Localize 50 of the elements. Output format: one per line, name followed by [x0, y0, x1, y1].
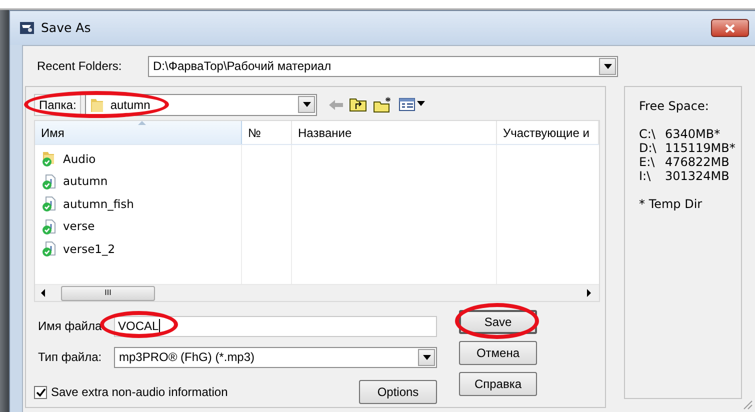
free-space-title: Free Space: — [639, 99, 710, 113]
folder-dropdown[interactable]: autumn — [85, 94, 318, 116]
file-name-label: Имя файла — [37, 318, 103, 335]
free-space-value: 301324MB — [665, 169, 730, 183]
drive-label: E:\ — [639, 155, 656, 169]
file-name[interactable]: verse — [63, 218, 95, 236]
free-space-value: 115119MB* — [665, 141, 736, 155]
free-space-value: 476822MB — [665, 155, 730, 169]
folder-icon — [90, 96, 104, 112]
horizontal-scrollbar[interactable]: III — [35, 284, 599, 301]
file-icon — [42, 241, 57, 258]
resize-grip-icon[interactable] — [741, 398, 753, 410]
file-icon — [42, 218, 57, 235]
recent-folders-dropdown[interactable]: D:\ФарваТор\Рабочий материал — [148, 56, 618, 76]
options-button[interactable]: Options — [359, 380, 437, 404]
file-icon — [42, 174, 57, 190]
checkbox-label: Save extra non-audio information — [51, 384, 228, 401]
column-header[interactable]: № — [248, 124, 261, 142]
free-space-value: 6340MB* — [665, 127, 720, 141]
file-name-field[interactable]: VOCAL — [114, 316, 437, 336]
drive-label: I:\ — [639, 169, 652, 183]
file-type-label: Тип файла: — [37, 349, 103, 366]
column-header[interactable]: Название — [298, 124, 352, 142]
cancel-button[interactable]: Отмена — [459, 341, 537, 365]
up-folder-icon[interactable] — [349, 97, 368, 112]
column-header[interactable]: Участвующие и — [503, 124, 590, 142]
checkbox[interactable] — [34, 386, 47, 398]
file-name[interactable]: autumn_fish — [63, 196, 134, 213]
close-button[interactable] — [711, 19, 749, 37]
drive-label: C:\ — [639, 127, 656, 141]
file-icon — [42, 196, 57, 212]
dropdown-arrow-icon — [302, 102, 311, 107]
scrollbar-thumb[interactable]: III — [61, 286, 155, 300]
app-icon — [19, 21, 35, 35]
dropdown-arrow-icon — [422, 354, 430, 360]
dropdown-arrow-icon — [604, 64, 612, 68]
file-name[interactable]: Audio — [63, 150, 96, 168]
column-header[interactable]: Имя — [41, 124, 64, 142]
file-type-dropdown[interactable]: mp3PRO® (FhG) (*.mp3) — [114, 346, 437, 368]
window-title: Save As — [41, 18, 91, 37]
drive-label: D:\ — [639, 141, 658, 155]
file-name[interactable]: verse1_2 — [63, 240, 116, 258]
file-name[interactable]: autumn — [63, 173, 108, 190]
new-folder-icon[interactable] — [373, 96, 394, 112]
close-icon — [725, 24, 735, 32]
temp-dir-note: * Temp Dir — [639, 197, 704, 211]
help-button[interactable]: Справка — [459, 372, 537, 396]
folder-icon — [42, 151, 57, 168]
view-menu-icon[interactable] — [399, 98, 426, 112]
recent-folders-label: Recent Folders: — [37, 58, 123, 75]
